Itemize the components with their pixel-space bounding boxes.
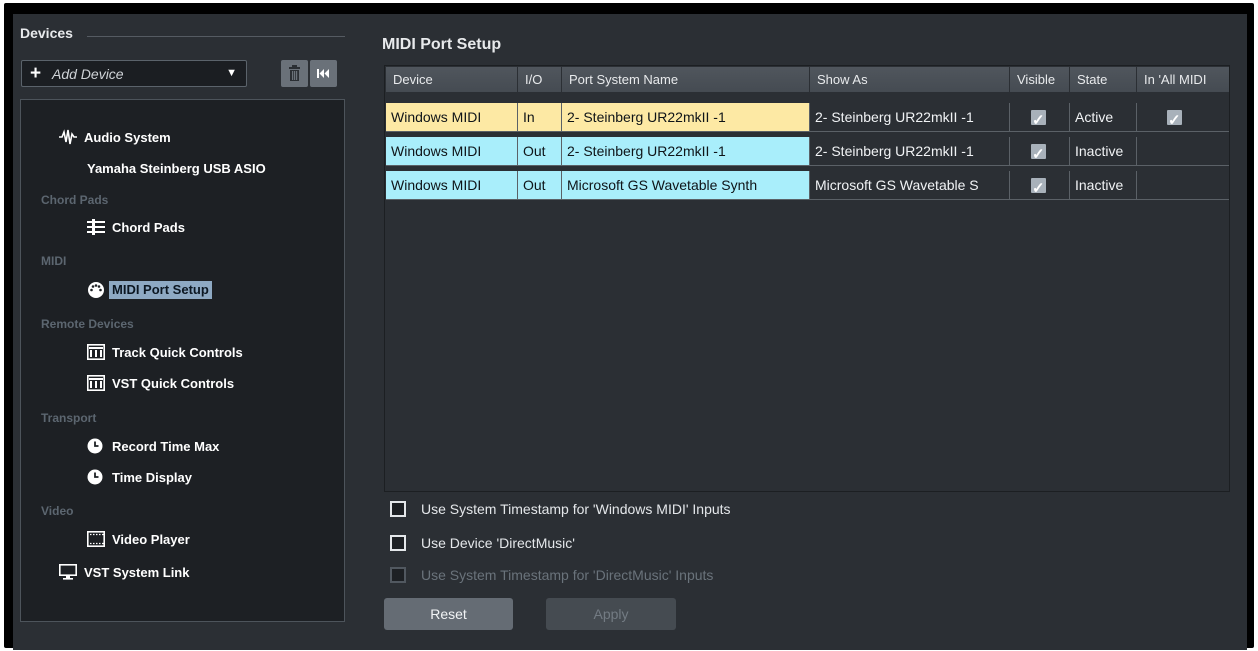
visible-checkbox[interactable] [1031,107,1046,131]
tree-item-midi-port-setup[interactable]: MIDI Port Setup [87,281,212,299]
checkbox-box [390,567,406,583]
tree-item-vst-system-link[interactable]: VST System Link [59,564,189,580]
tree-label: VST System Link [84,564,190,580]
visible-checkbox[interactable] [1031,141,1046,165]
monitor-icon [59,564,77,580]
cell-io: Out [518,137,562,165]
cell-port-system-name: 2- Steinberg UR22mkII -1 [562,103,810,131]
table-row[interactable]: Windows MIDI Out 2- Steinberg UR22mkII -… [386,137,1229,166]
clock-icon [87,469,105,485]
cell-io: Out [518,171,562,199]
cell-in-all-midi[interactable] [1137,171,1229,199]
tree-label: Yamaha Steinberg USB ASIO [87,161,266,176]
system-timestamp-windows-checkbox[interactable]: Use System Timestamp for 'Windows MIDI' … [390,501,731,517]
cell-device: Windows MIDI [386,103,518,131]
device-tree: Audio System Yamaha Steinberg USB ASIO C… [20,99,345,622]
column-header-state[interactable]: State [1070,67,1137,92]
chevron-down-icon: ▼ [226,67,237,79]
tree-label: Track Quick Controls [112,344,243,360]
waveform-icon [59,129,77,145]
cell-visible [1010,171,1070,199]
tree-item-chord-pads[interactable]: Chord Pads [87,219,185,235]
category-video: Video [41,504,74,518]
checkbox-label: Use System Timestamp for 'Windows MIDI' … [421,501,731,517]
checkbox-box [390,535,406,551]
column-header-visible[interactable]: Visible [1010,67,1070,92]
row-divider [386,165,1229,166]
table-row[interactable]: Windows MIDI In 2- Steinberg UR22mkII -1… [386,103,1229,132]
column-header-port-system-name[interactable]: Port System Name [562,67,810,92]
checkbox-label: Use Device 'DirectMusic' [421,535,575,551]
plus-icon: + [30,63,42,84]
cell-state: Inactive [1070,137,1137,165]
devices-divider [87,36,345,37]
cell-device: Windows MIDI [386,137,518,165]
apply-button: Apply [546,598,676,630]
cell-in-all-midi[interactable] [1137,137,1229,165]
tree-item-time-display[interactable]: Time Display [87,469,192,485]
midi-connector-icon [87,282,105,298]
tree-item-track-quick-controls[interactable]: Track Quick Controls [87,344,243,360]
tree-item-vst-quick-controls[interactable]: VST Quick Controls [87,375,234,391]
tree-item-audio-driver[interactable]: Yamaha Steinberg USB ASIO [87,161,266,176]
row-divider [386,199,1229,200]
use-directmusic-checkbox[interactable]: Use Device 'DirectMusic' [390,535,575,551]
add-device-label: Add Device [52,66,124,82]
column-header-in-all-midi[interactable]: In 'All MIDI [1137,67,1229,92]
midi-port-table: Device I/O Port System Name Show As Visi… [384,65,1230,492]
category-midi: MIDI [41,254,67,268]
devices-title: Devices [20,25,73,41]
system-timestamp-directmusic-checkbox: Use System Timestamp for 'DirectMusic' I… [390,567,713,583]
column-header-io[interactable]: I/O [518,67,562,92]
cell-visible [1010,137,1070,165]
remove-device-button[interactable] [281,60,308,87]
cell-visible [1010,103,1070,131]
tree-label: MIDI Port Setup [109,281,212,299]
clock-icon [87,438,105,454]
film-icon [87,531,105,547]
cell-state: Inactive [1070,171,1137,199]
column-header-show-as[interactable]: Show As [810,67,1010,92]
cell-show-as[interactable]: 2- Steinberg UR22mkII -1 [810,103,1010,131]
tree-label: Chord Pads [112,219,185,235]
category-remote-devices: Remote Devices [41,317,134,331]
category-transport: Transport [41,411,97,425]
tree-label: Video Player [112,531,190,547]
tree-item-audio-system[interactable]: Audio System [59,129,171,145]
tree-label: Record Time Max [112,438,220,454]
cell-in-all-midi [1137,103,1229,131]
checkbox-label: Use System Timestamp for 'DirectMusic' I… [421,567,714,583]
tree-item-record-time-max[interactable]: Record Time Max [87,438,219,454]
add-device-dropdown[interactable]: + Add Device ▼ [21,60,247,87]
cell-port-system-name: Microsoft GS Wavetable Synth [562,171,810,199]
cell-show-as[interactable]: Microsoft GS Wavetable S [810,171,1010,199]
tree-item-video-player[interactable]: Video Player [87,531,190,547]
reset-device-button[interactable] [310,60,337,87]
cell-state: Active [1070,103,1137,131]
tree-label: Time Display [112,469,192,485]
cell-port-system-name: 2- Steinberg UR22mkII -1 [562,137,810,165]
midi-port-setup-title: MIDI Port Setup [382,36,502,53]
checkbox-box [390,501,406,517]
tree-label: VST Quick Controls [112,375,235,391]
cell-device: Windows MIDI [386,171,518,199]
quick-controls-icon [87,344,105,360]
category-chord-pads: Chord Pads [41,193,109,207]
visible-checkbox[interactable] [1031,175,1046,199]
chord-pads-icon [87,219,105,235]
quick-controls-icon [87,375,105,391]
skip-to-start-icon [317,69,329,78]
table-row[interactable]: Windows MIDI Out Microsoft GS Wavetable … [386,171,1229,200]
in-all-midi-checkbox[interactable] [1167,107,1182,131]
tree-label: Audio System [84,129,171,145]
cell-show-as[interactable]: 2- Steinberg UR22mkII -1 [810,137,1010,165]
reset-button[interactable]: Reset [384,598,513,630]
table-header: Device I/O Port System Name Show As Visi… [386,67,1229,92]
row-divider [386,131,1229,132]
trash-icon [289,65,300,81]
cell-io: In [518,103,562,131]
column-header-device[interactable]: Device [386,67,518,92]
